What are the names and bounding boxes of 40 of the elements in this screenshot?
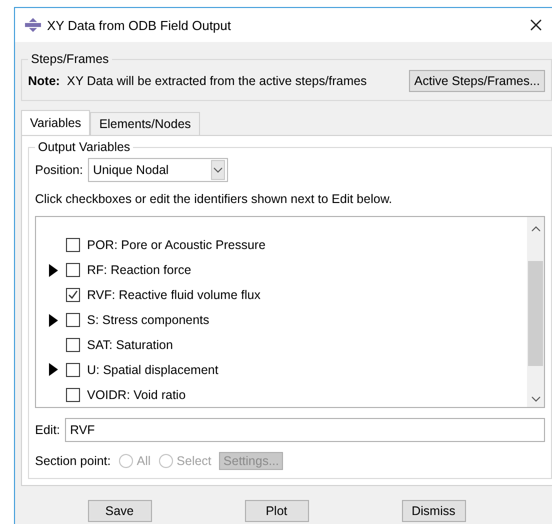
expand-arrow-icon[interactable]	[48, 314, 59, 326]
variable-label[interactable]: SAT: Saturation	[87, 338, 173, 352]
checkbox[interactable]	[66, 362, 80, 377]
position-label: Position:	[35, 163, 83, 177]
scroll-thumb[interactable]	[528, 261, 543, 366]
close-icon[interactable]	[530, 19, 542, 31]
variable-label[interactable]: RF: Reaction force	[87, 263, 192, 278]
checkbox[interactable]	[66, 263, 80, 278]
note-text: Note: XY Data will be extracted from the active steps/frames	[28, 74, 367, 88]
checkbox[interactable]	[66, 238, 80, 252]
dialog-button[interactable]: Save	[88, 500, 152, 522]
checkbox[interactable]	[66, 313, 80, 327]
checkbox[interactable]	[66, 338, 80, 352]
section-point-label: Section point:	[35, 454, 111, 468]
variable-label[interactable]: S: Stress components	[87, 313, 210, 327]
edit-label: Edit:	[35, 423, 60, 437]
edit-field[interactable]: RVF	[65, 418, 545, 442]
instruction-text: Click checkboxes or edit the identifiers shown next to Edit below.	[35, 192, 394, 206]
tab[interactable]: Elements/Nodes	[90, 112, 200, 136]
variable-label[interactable]: VOIDR: Void ratio	[87, 388, 186, 402]
window-title: XY Data from ODB Field Output	[47, 18, 232, 32]
dialog-button[interactable]: Plot	[244, 500, 308, 522]
app-icon	[25, 18, 41, 32]
expand-arrow-icon[interactable]	[48, 363, 59, 376]
tab[interactable]: Variables	[21, 110, 90, 136]
active-steps-button[interactable]: Active Steps/Frames...	[409, 70, 545, 92]
expand-arrow-icon[interactable]	[48, 264, 59, 277]
checkbox[interactable]	[66, 288, 80, 302]
position-dropdown[interactable]: Unique Nodal	[88, 158, 228, 182]
chevron-down-icon	[210, 160, 225, 180]
variable-label[interactable]: RVF: Reactive fluid volume flux	[87, 288, 260, 302]
scroll-up-icon[interactable]	[530, 225, 540, 233]
dialog-button[interactable]: Dismiss	[402, 500, 466, 522]
group-title: Output Variables	[37, 140, 132, 154]
variable-label[interactable]: POR: Pore or Acoustic Pressure	[87, 238, 266, 252]
scroll-down-icon[interactable]	[530, 395, 540, 403]
scrollbar[interactable]	[527, 217, 544, 407]
checkbox[interactable]	[66, 388, 80, 402]
variable-label[interactable]: U: Spatial displacement	[87, 362, 218, 377]
group-title: Steps/Frames	[30, 52, 110, 66]
